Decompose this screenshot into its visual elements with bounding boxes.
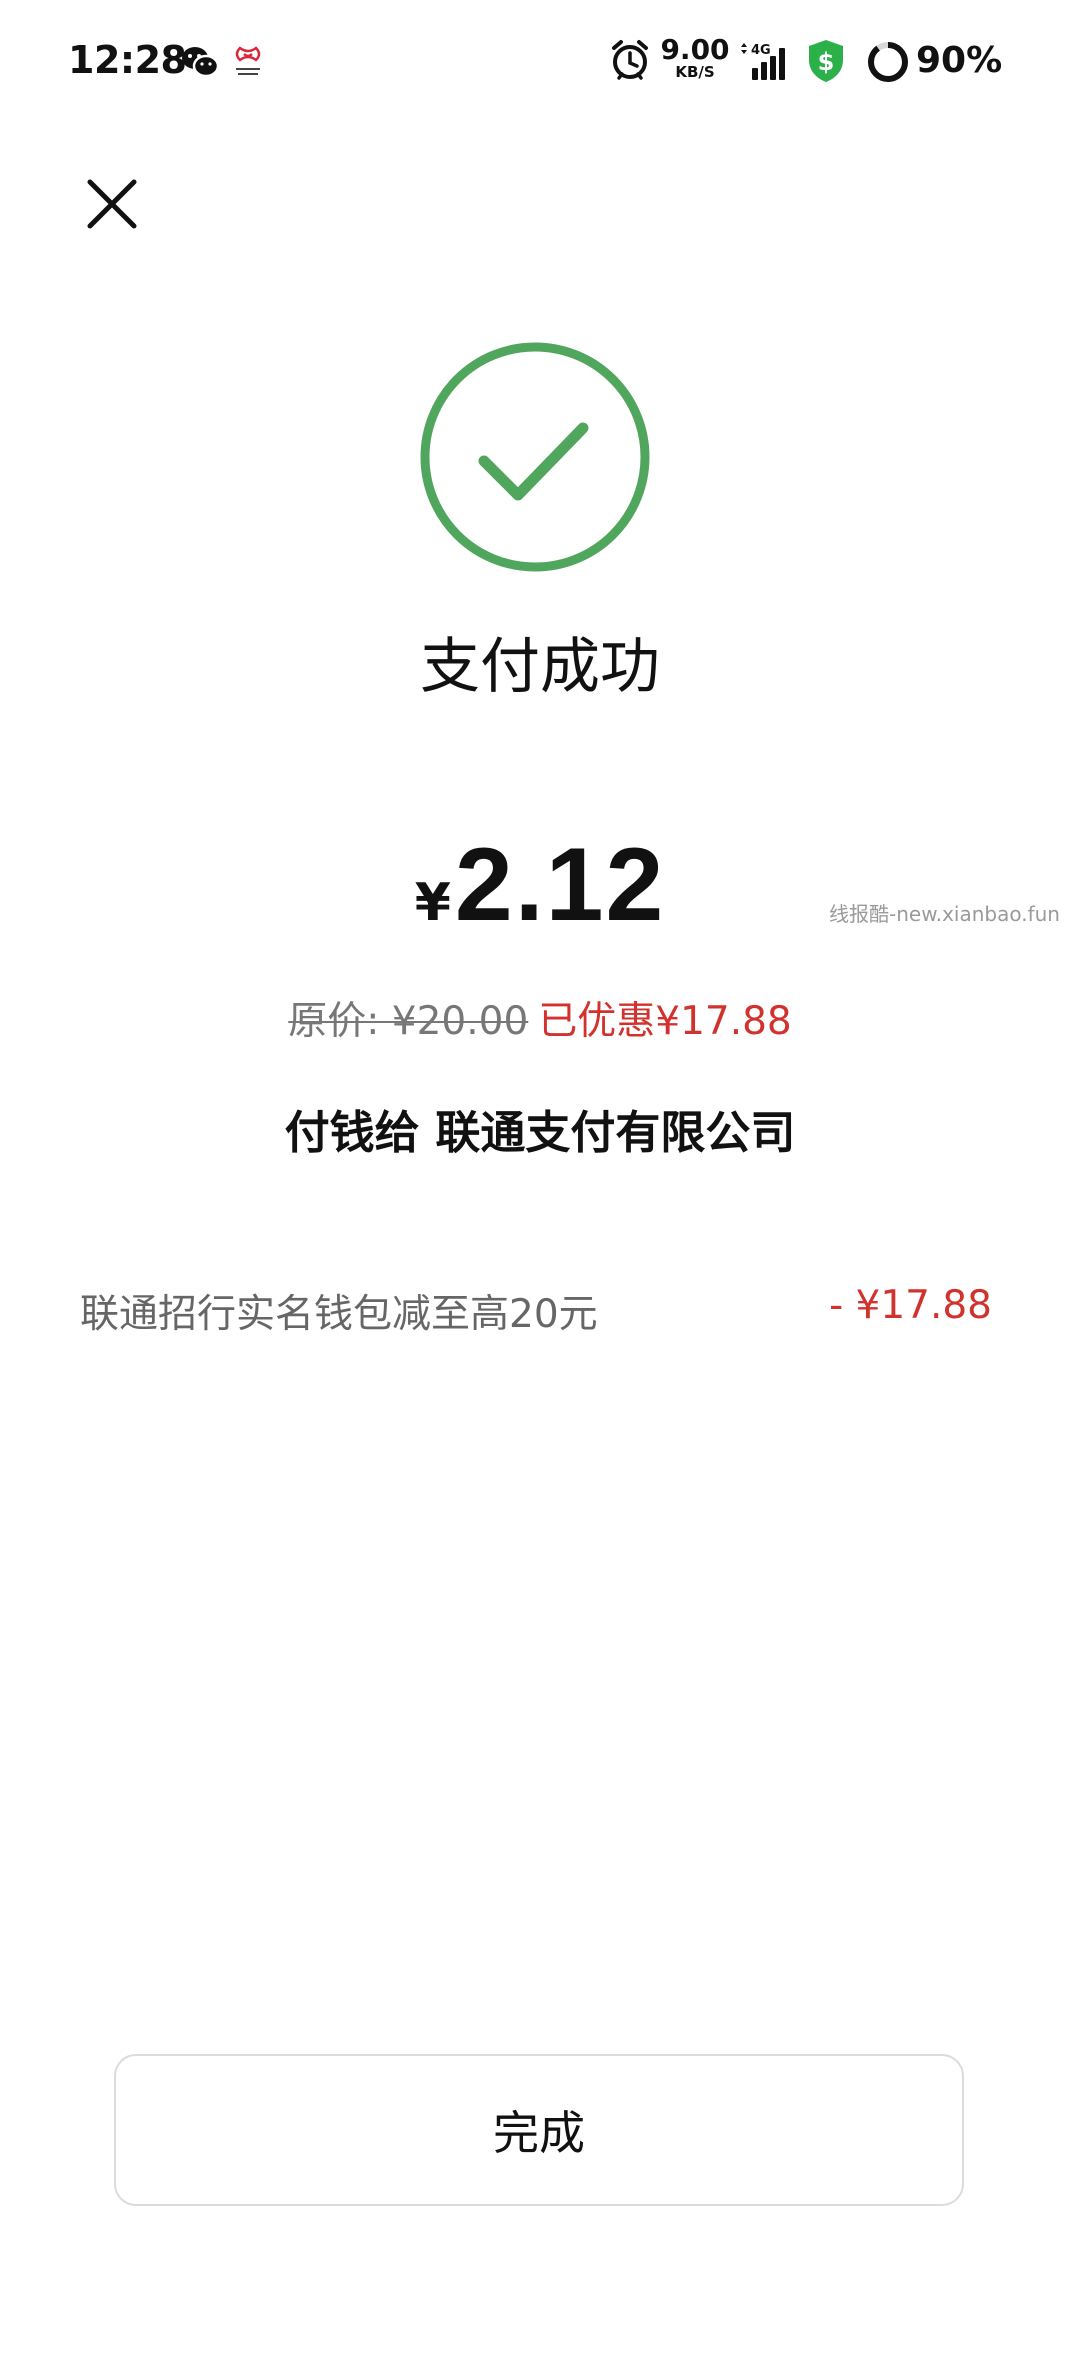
original-price: 原价: ¥20.00: [288, 999, 529, 1044]
success-check-icon: [418, 340, 652, 574]
network-speed-value: 9.00: [660, 33, 730, 66]
status-right-group: 9.00 KB/S 4G $ 90%: [610, 0, 1030, 130]
security-shield-icon: $: [806, 38, 846, 88]
network-speed: 9.00 KB/S: [660, 36, 730, 80]
china-unicom-icon: [232, 44, 264, 84]
amount-currency: ¥: [414, 873, 451, 933]
done-button[interactable]: 完成: [114, 2054, 964, 2206]
svg-text:$: $: [818, 48, 835, 76]
paid-amount: ¥2.12: [0, 826, 1080, 945]
discount-amount: 已优惠¥17.88: [538, 999, 792, 1044]
price-summary: 原价: ¥20.00 已优惠¥17.88: [0, 990, 1080, 1046]
payment-success-title: 支付成功: [420, 632, 660, 702]
battery-percentage: 90%: [916, 40, 1003, 81]
close-icon: [87, 179, 137, 229]
alarm-icon: [610, 38, 650, 86]
watermark: 线报酷-new.xianbao.fun: [829, 902, 1060, 926]
status-time: 12:28: [68, 38, 187, 82]
wechat-icon: [180, 44, 220, 84]
battery-ring-icon: [866, 40, 910, 88]
close-button[interactable]: [80, 172, 144, 236]
network-speed-unit: KB/S: [675, 63, 715, 81]
promotion-row: 联通招行实名钱包减至高20元 - ¥17.88: [80, 1283, 992, 1339]
promotion-label: 联通招行实名钱包减至高20元: [80, 1292, 598, 1337]
signal-icon: 4G: [738, 40, 790, 88]
network-type-label: 4G: [751, 43, 771, 58]
done-button-label: 完成: [493, 2106, 585, 2160]
amount-value: 2.12: [454, 827, 666, 943]
status-bar: 12:28 9.00 KB/S 4G $ 90%: [0, 0, 1080, 130]
promotion-amount: - ¥17.88: [829, 1283, 992, 1328]
payee-info: 付钱给 联通支付有限公司: [284, 1106, 796, 1159]
